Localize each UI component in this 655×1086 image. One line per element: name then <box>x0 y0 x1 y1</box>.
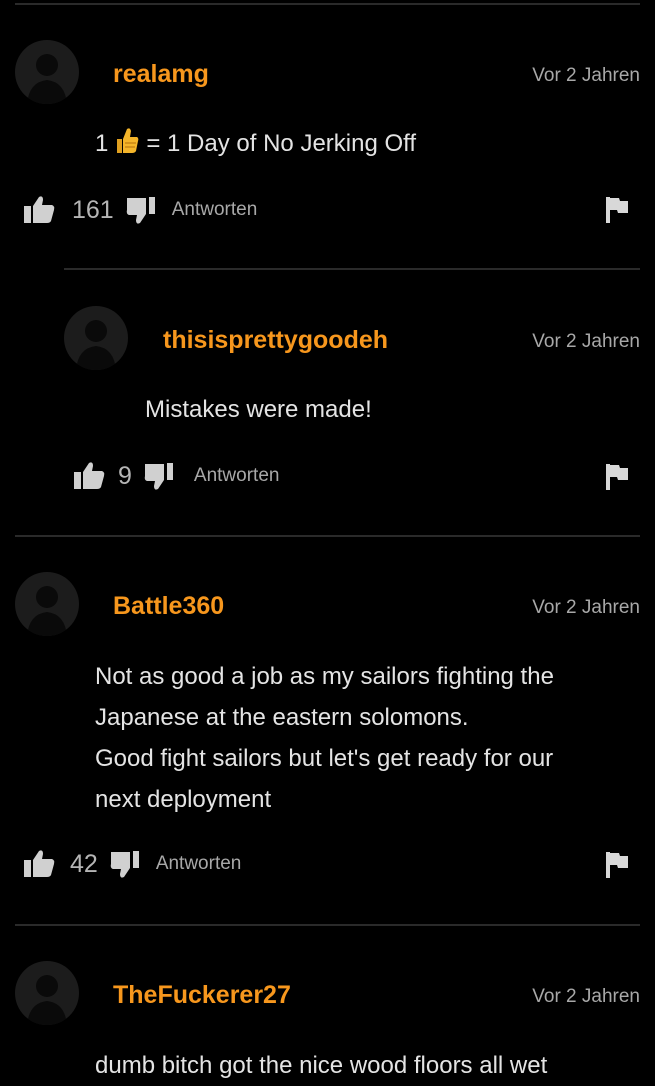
like-count: 42 <box>70 849 98 878</box>
comment-text-part: = 1 Day of No Jerking Off <box>146 130 417 157</box>
comment-timestamp: Vor 2 Jahren <box>532 597 640 618</box>
divider-top <box>15 3 640 5</box>
reply-button[interactable]: Antworten <box>194 465 280 487</box>
comment-text-line: next deployment <box>95 786 272 813</box>
like-count: 9 <box>118 461 132 490</box>
thumbs-down-icon[interactable] <box>124 193 158 227</box>
divider <box>15 535 640 537</box>
comment-text: Mistakes were made! <box>145 396 372 423</box>
divider <box>64 268 640 270</box>
avatar-icon[interactable] <box>64 306 128 370</box>
thumbs-up-icon[interactable] <box>72 459 106 493</box>
thumbs-down-icon[interactable] <box>108 847 142 881</box>
divider <box>15 924 640 926</box>
comment-username[interactable]: Battle360 <box>113 592 224 621</box>
flag-icon[interactable] <box>603 850 631 880</box>
comment-timestamp: Vor 2 Jahren <box>532 65 640 86</box>
comment-text-part: 1 <box>95 130 109 157</box>
comment-text-line: Good fight sailors but let's get ready f… <box>95 745 554 772</box>
like-count: 161 <box>72 195 114 224</box>
flag-icon[interactable] <box>603 462 631 492</box>
avatar-icon[interactable] <box>15 961 79 1025</box>
thumbs-down-icon[interactable] <box>142 459 176 493</box>
flag-icon[interactable] <box>603 195 631 225</box>
comment-actions: 161 Antworten <box>22 192 257 228</box>
comment-username[interactable]: thisisprettygoodeh <box>163 326 388 355</box>
reply-button[interactable]: Antworten <box>172 199 258 221</box>
comment-username[interactable]: realamg <box>113 60 209 89</box>
comment-text: Not as good a job as my sailors fighting… <box>95 656 554 820</box>
avatar-icon[interactable] <box>15 572 79 636</box>
thumbs-up-icon[interactable] <box>22 193 56 227</box>
reply-button[interactable]: Antworten <box>156 853 242 875</box>
comment-timestamp: Vor 2 Jahren <box>532 331 640 352</box>
comment-actions: 9 Antworten <box>72 458 279 494</box>
comment-actions: 42 Antworten <box>22 846 241 882</box>
thumbs-up-emoji <box>114 125 140 168</box>
avatar-icon[interactable] <box>15 40 79 104</box>
comment-text-line: Japanese at the eastern solomons. <box>95 704 469 731</box>
thumbs-up-icon[interactable] <box>22 847 56 881</box>
comment-username[interactable]: TheFuckerer27 <box>113 981 291 1010</box>
comment-text: 1 = 1 Day of No Jerking Off <box>95 123 416 168</box>
comment-text-line: Not as good a job as my sailors fighting… <box>95 663 554 690</box>
comment-timestamp: Vor 2 Jahren <box>532 986 640 1007</box>
